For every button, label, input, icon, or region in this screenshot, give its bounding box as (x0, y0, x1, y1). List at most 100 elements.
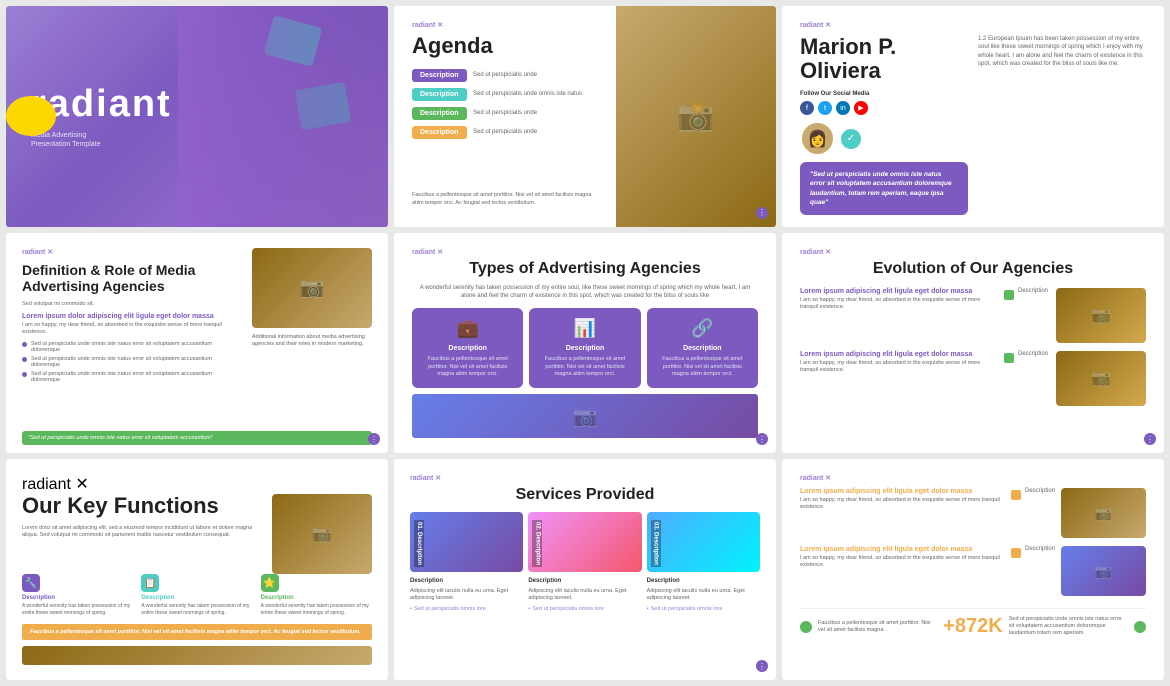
svc-desc-text-2: Adipiscing elit iaculis nulla eu urna. E… (528, 588, 641, 602)
slide-key-functions: radiant ✕ Our Key Functions Lorem dolci … (6, 459, 388, 680)
dot-menu[interactable]: ⋮ (756, 433, 768, 445)
key-item-desc-3: A wonderful serenity has taken possessio… (261, 603, 372, 616)
services-footnotes: •Sed ut perspiciatis omnis lore •Sed ut … (410, 606, 760, 612)
dot-menu[interactable]: ⋮ (368, 433, 380, 445)
key-desc: Lorem dolci sit amet adipiscing elit, se… (22, 525, 264, 540)
evol2-badge-1 (1011, 490, 1021, 500)
evol2-badge-2 (1011, 548, 1021, 558)
services-photos: 01. Description 02. Description 03. Desc… (410, 512, 760, 572)
card-3: 🔗 Description Faucibus a pellentesque si… (647, 308, 758, 387)
stat-badge (1134, 621, 1146, 633)
evol2-badge-label-1: Description (1025, 488, 1055, 494)
slide-services: radiant ✕ Services Provided 01. Descript… (394, 459, 776, 680)
svc-label-1: 01. Description (414, 520, 424, 567)
logo-small: radiant ✕ (800, 248, 1146, 256)
evol-item-1: Lorem ipsum adipiscing elit ligula eget … (800, 288, 1146, 343)
svc-desc-title-3: Description (647, 578, 760, 586)
card-1: 💼 Description Faucibus a pellentesque si… (412, 308, 523, 387)
agenda-photo (616, 6, 776, 227)
svc-desc-title-1: Description (410, 578, 523, 586)
evol-left-2: Lorem ipsum adipiscing elit ligula eget … (800, 351, 996, 374)
evol-left-1: Lorem ipsum adipiscing elit ligula eget … (800, 288, 996, 311)
bullet-2: Sed ut perspiciatis unde omnis iste natu… (22, 356, 242, 368)
evol-text-1: I am so happy, my dear friend, so absorb… (800, 297, 996, 311)
slide-types: radiant ✕ Types of Advertising Agencies … (394, 233, 776, 454)
dot-menu[interactable]: ⋮ (756, 660, 768, 672)
types-desc: A wonderful serenity has taken possessio… (412, 284, 758, 301)
bullet-1: Sed ut perspiciatis unde omnis iste natu… (22, 341, 242, 353)
key-icon-1: 🔧 (22, 574, 40, 592)
svc-desc-1: Description Adipiscing elit iaculis null… (410, 578, 523, 602)
types-photo: 📷 (412, 394, 758, 438)
slide-evolution-2: radiant ✕ Lorem ipsum adipiscing elit li… (782, 459, 1164, 680)
agenda-pill-1: Description (412, 69, 467, 82)
avatar: 👩 (800, 121, 835, 156)
stat-dot (800, 621, 812, 633)
slide-agenda: radiant ✕ Agenda Description Sed ut pers… (394, 6, 776, 227)
agenda-item-1: Description Sed ut perspiciatis unde (412, 69, 592, 82)
youtube-icon[interactable]: ▶ (854, 101, 868, 115)
def-desc: Sed volutpat mi commodo sit. (22, 301, 242, 307)
dot-menu[interactable]: ⋮ (1144, 433, 1156, 445)
bullet-dot (22, 357, 27, 362)
svc-desc-text-3: Adipiscing elit iaculis nulla eu urna. E… (647, 588, 760, 602)
evol-badge-label-2: Description (1018, 351, 1048, 357)
types-title: Types of Advertising Agencies (412, 260, 758, 278)
quote-box: "Sed ut perspiciatis unde omnis iste nat… (800, 162, 968, 214)
evol2-item-2: Lorem ipsum adipiscing elit ligula eget … (800, 546, 1146, 596)
agenda-desc-3: Sed ut perspiciatis unde (473, 110, 537, 118)
logo-small: radiant ✕ (800, 21, 1146, 29)
social-label: Follow Our Social Media (800, 91, 968, 97)
key-item-2: 📋 Description A wonderful serenity has t… (141, 574, 252, 616)
evol-badge-1 (1004, 290, 1014, 300)
key-photo: 📷 (272, 494, 372, 574)
logo-small: radiant ✕ (412, 248, 758, 256)
card-icon-1: 💼 (456, 318, 478, 339)
linkedin-icon[interactable]: in (836, 101, 850, 115)
dot-menu[interactable]: ⋮ (756, 207, 768, 219)
key-item-1: 🔧 Description A wonderful serenity has t… (22, 574, 133, 616)
footnote-1: •Sed ut perspiciatis omnis lore (410, 606, 523, 612)
agenda-item-4: Description Sed ut perspiciatis unde (412, 126, 592, 139)
services-descs: Description Adipiscing elit iaculis null… (410, 578, 760, 602)
social-icons: f t in ▶ (800, 101, 968, 115)
check-icon: ✓ (841, 129, 861, 149)
card-desc-3: Faucibus a pellentesque sit amet porttit… (655, 356, 750, 377)
footnote-3: •Sed ut perspiciatis omnis lore (647, 606, 760, 612)
key-item-desc-1: A wonderful serenity has taken possessio… (22, 603, 133, 616)
services-title: Services Provided (410, 486, 760, 504)
agenda-desc-4: Sed ut perspiciatis unde (473, 129, 537, 137)
evol-photo-1: 📷 (1056, 288, 1146, 343)
twitter-icon[interactable]: t (818, 101, 832, 115)
stat-number: +872K (943, 615, 1003, 638)
evol2-left-2: Lorem ipsum adipiscing elit ligula eget … (800, 546, 1005, 569)
logo-small: radiant ✕ (800, 474, 1146, 482)
key-item-3: ⭐ Description A wonderful serenity has t… (261, 574, 372, 616)
svc-label-2: 02. Description (532, 520, 542, 567)
key-icon-3: ⭐ (261, 574, 279, 592)
key-icon-2: 📋 (141, 574, 159, 592)
def-photo: 📷 (252, 248, 372, 328)
slide-definition: radiant ✕ Definition & Role of Media Adv… (6, 233, 388, 454)
svc-label-3: 03. Description (651, 520, 661, 567)
key-icons-row: 🔧 Description A wonderful serenity has t… (22, 574, 372, 616)
evol-badge-label-1: Description (1018, 288, 1048, 294)
facebook-icon[interactable]: f (800, 101, 814, 115)
evol2-item-1: Lorem ipsum adipiscing elit ligula eget … (800, 488, 1146, 538)
bullet-3: Sed ut perspiciatis unde omnis iste natu… (22, 371, 242, 383)
key-item-title-2: Description (141, 595, 252, 601)
stat-row: Faucibus a pellentesque sit amet porttit… (800, 608, 1146, 638)
logo-small: radiant ✕ (22, 474, 372, 494)
evol-title-1: Lorem ipsum adipiscing elit ligula eget … (800, 288, 996, 295)
key-title: Our Key Functions (22, 494, 264, 518)
card-title-3: Description (683, 345, 722, 352)
evol2-text-2: I am so happy, my dear friend, so absorb… (800, 555, 1005, 569)
key-bottom-photo (22, 646, 372, 665)
svc-desc-2: Description Adipiscing elit iaculis null… (528, 578, 641, 602)
agenda-pill-3: Description (412, 107, 467, 120)
agenda-item-2: Description Sed ut perspiciatis unde omn… (412, 88, 592, 101)
footnote-2: •Sed ut perspiciatis omnis lore (528, 606, 641, 612)
key-item-desc-2: A wonderful serenity has taken possessio… (141, 603, 252, 616)
key-item-title-1: Description (22, 595, 133, 601)
card-icon-2: 📊 (574, 318, 596, 339)
